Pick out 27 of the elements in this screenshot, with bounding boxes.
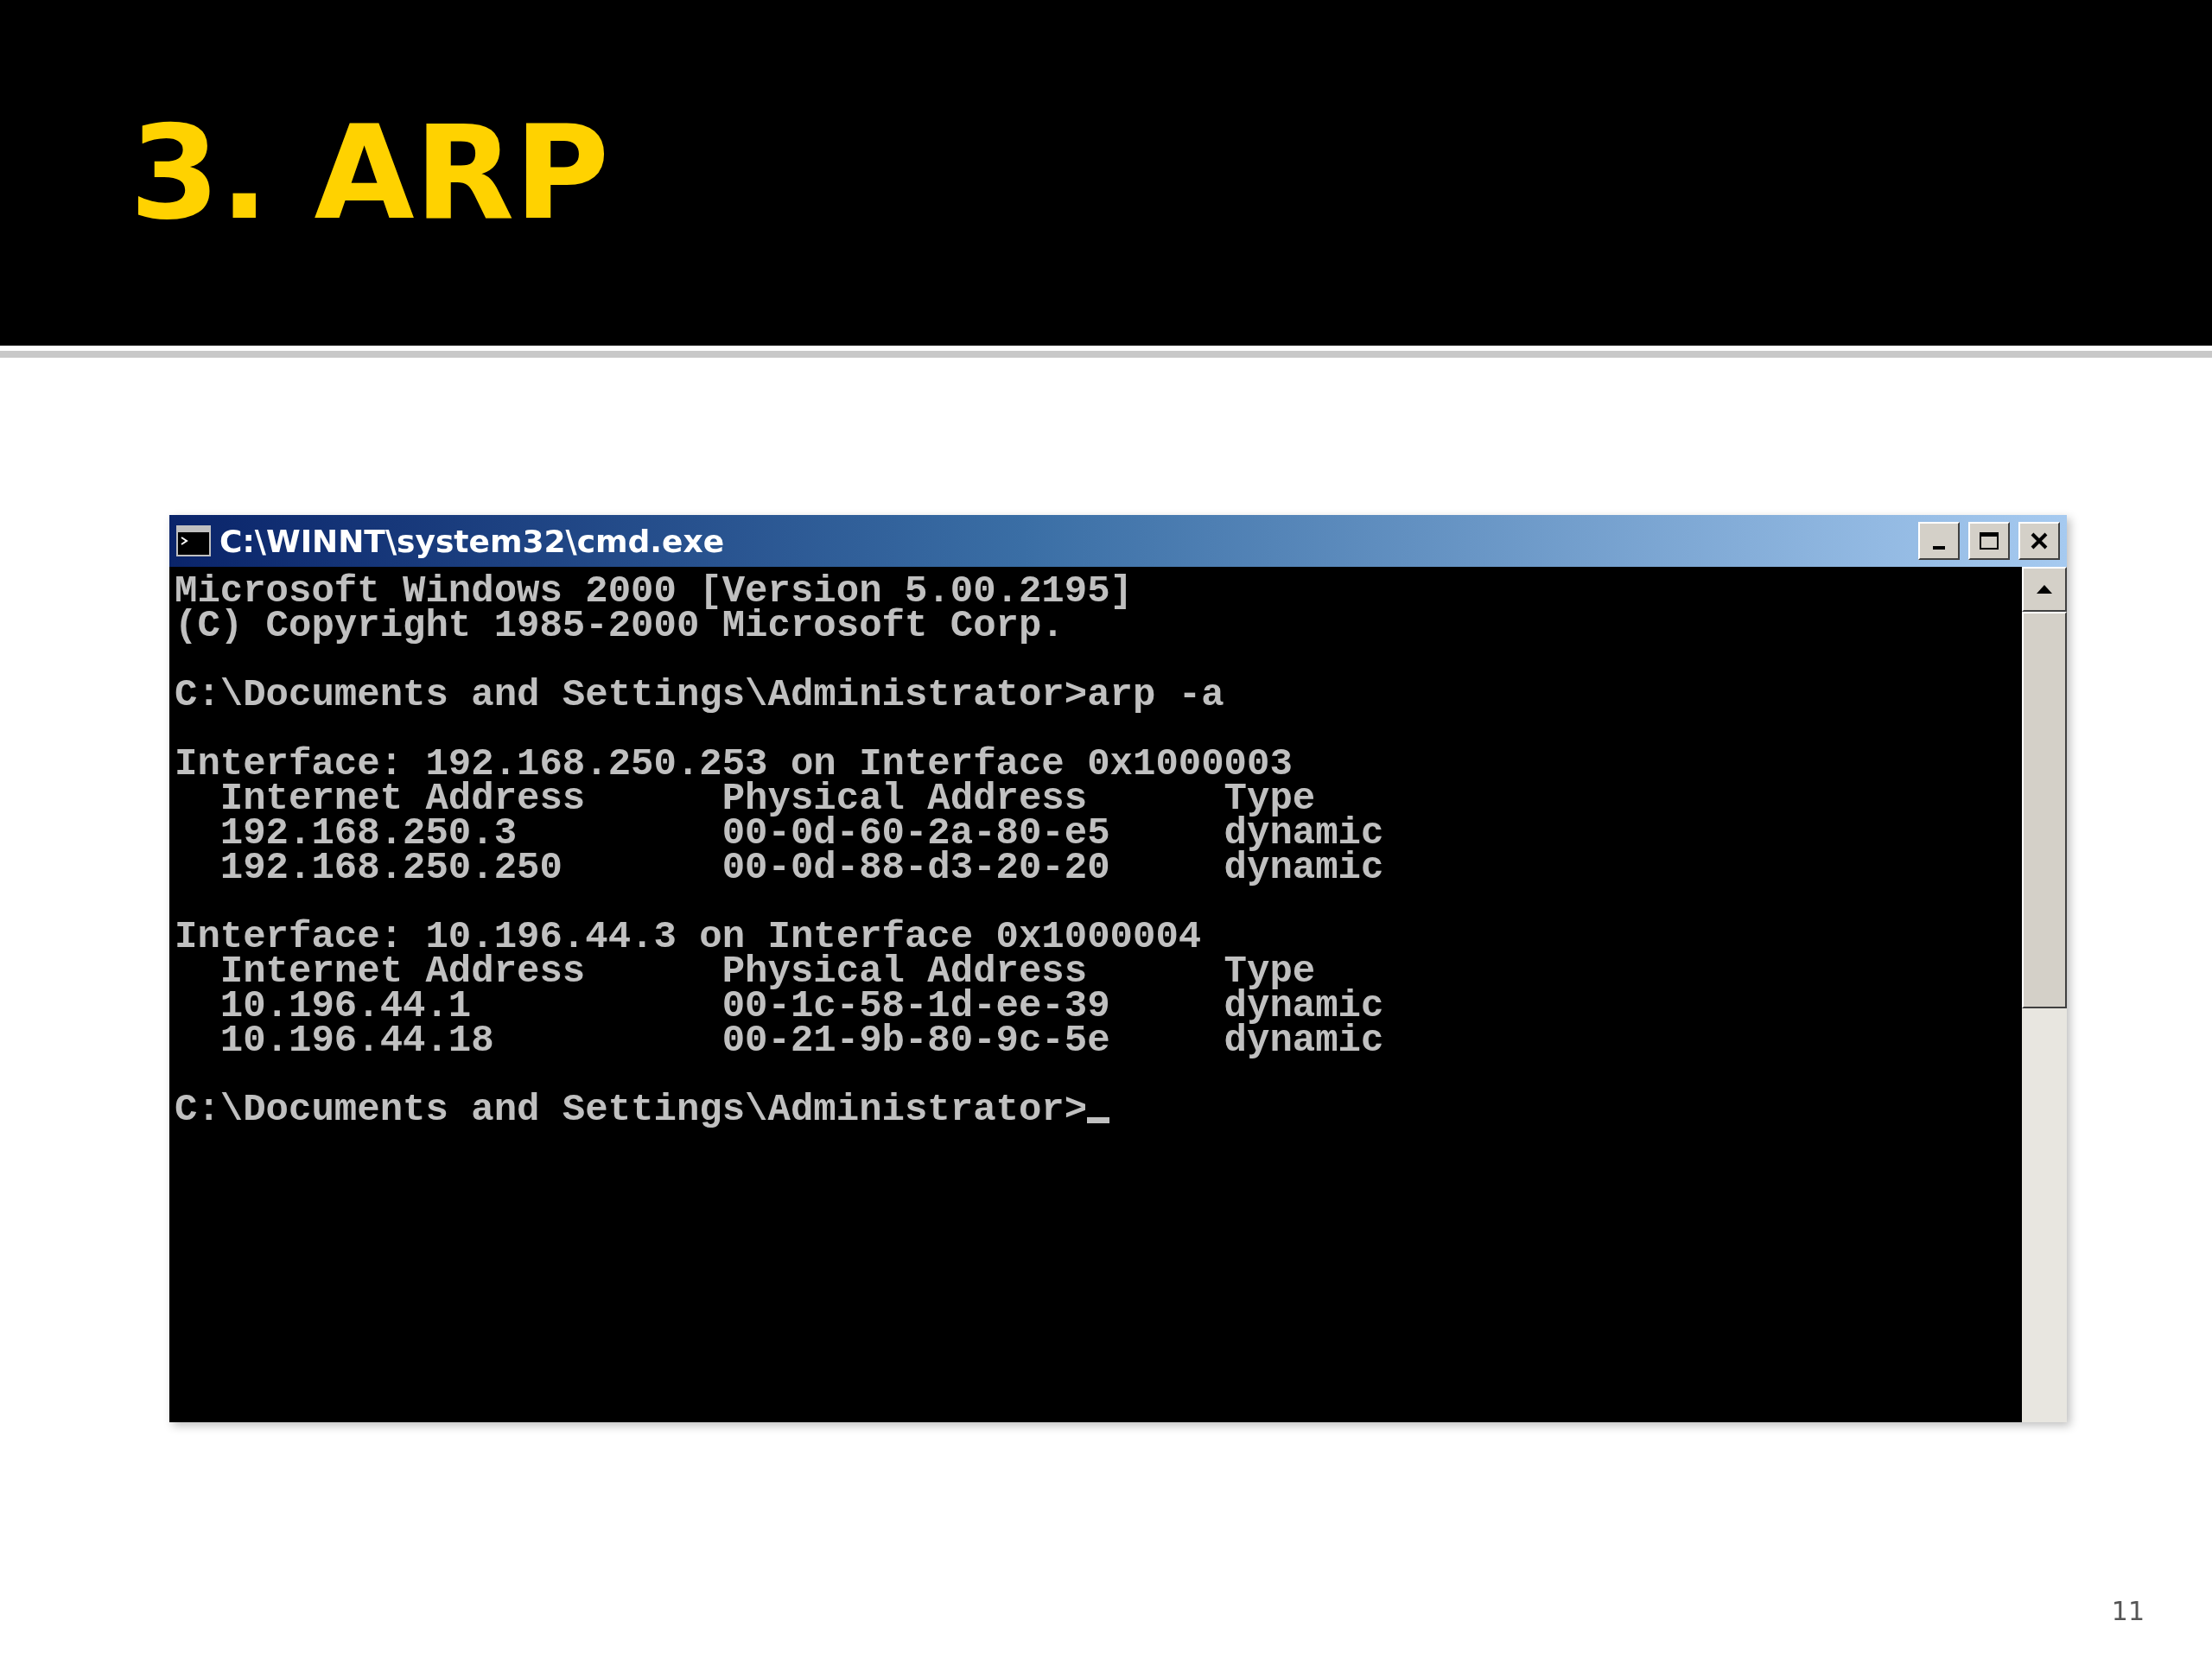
console-line: 192.168.250.250 00-0d-88-d3-20-20 dynamic [219, 850, 1384, 885]
slide-title: 3. ARP [130, 98, 610, 248]
scroll-up-button[interactable] [2022, 567, 2067, 612]
console-line: Internet Address Physical Address Type [219, 954, 1316, 988]
minimize-icon [1933, 546, 1945, 550]
console-line: C:\Documents and Settings\Administrator>arp -a [175, 677, 1224, 712]
maximize-button[interactable] [1968, 522, 2010, 560]
close-button[interactable] [2018, 522, 2060, 560]
console-line: Internet Address Physical Address Type [219, 781, 1316, 816]
maximize-icon [1979, 531, 1999, 550]
console-line: C:\Documents and Settings\Administrator> [175, 1092, 1088, 1127]
console-icon [176, 525, 211, 556]
console-line: Interface: 10.196.44.3 on Interface 0x1000004 [175, 919, 1202, 954]
console-line: 10.196.44.1 00-1c-58-1d-ee-39 dynamic [219, 988, 1384, 1023]
page-number: 11 [2111, 1596, 2145, 1626]
minimize-button[interactable] [1918, 522, 1960, 560]
console-line: Interface: 192.168.250.253 on Interface 0x1000003 [175, 747, 1293, 781]
scrollbar[interactable] [2022, 567, 2067, 1422]
console-line: 192.168.250.3 00-0d-60-2a-80-e5 dynamic [219, 816, 1384, 850]
console-line: (C) Copyright 1985-2000 Microsoft Corp. [175, 608, 1065, 643]
text-cursor [1087, 1117, 1110, 1123]
scroll-thumb[interactable] [2022, 612, 2067, 1008]
window-title: C:\WINNT\system32\cmd.exe [219, 523, 726, 559]
console-line: Microsoft Windows 2000 [Version 5.00.2195] [175, 574, 1133, 608]
up-arrow-icon [2036, 584, 2053, 594]
console-line: 10.196.44.18 00-21-9b-80-9c-5e dynamic [219, 1023, 1384, 1058]
close-icon [2030, 532, 2049, 550]
